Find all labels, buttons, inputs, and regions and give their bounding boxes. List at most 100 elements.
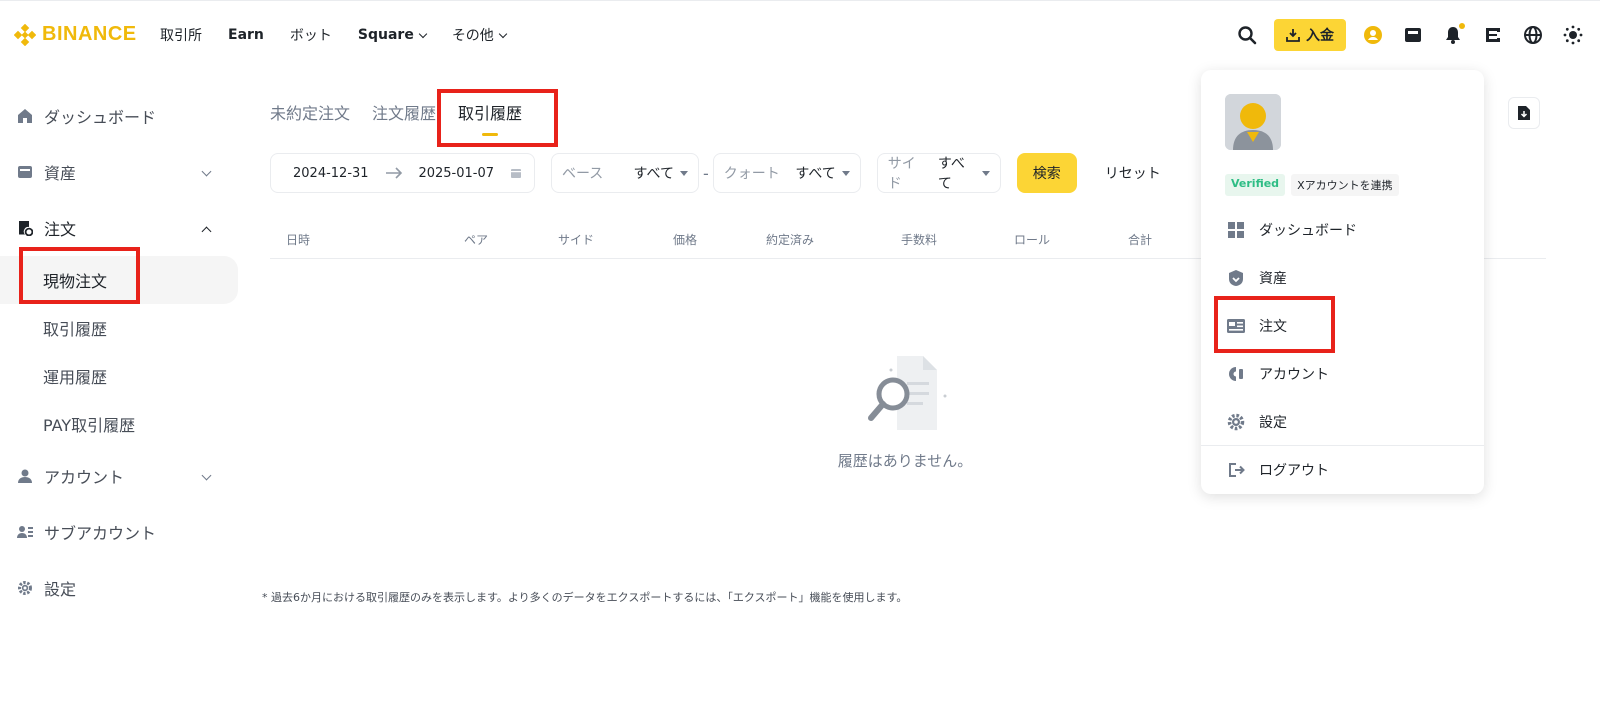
menu-item-account[interactable]: アカウント (1225, 350, 1465, 398)
column-header-role[interactable]: ロール (1014, 231, 1050, 248)
deposit-button[interactable]: 入金 (1274, 19, 1346, 51)
side-select[interactable]: サイド すべて (876, 153, 1001, 193)
deposit-label: 入金 (1306, 28, 1334, 44)
order-icon (16, 219, 34, 237)
sidebar-subitem-earn-history[interactable]: 運用履歴 (0, 352, 242, 400)
reset-button[interactable]: リセット (1105, 163, 1161, 183)
menu-item-assets[interactable]: 資産 (1225, 254, 1465, 302)
bell-icon[interactable] (1440, 22, 1466, 48)
column-header-price[interactable]: 価格 (673, 231, 697, 248)
sidebar-item-label: ダッシュボード (44, 108, 157, 127)
sidebar-subitem-trade-history[interactable]: 取引履歴 (0, 304, 242, 352)
chevron-down-icon (418, 29, 428, 38)
sidebar-subitem-label: 現物注文 (43, 272, 108, 291)
wallet-icon (16, 163, 34, 181)
column-header-fee[interactable]: 手数料 (901, 231, 937, 248)
menu-item-logout[interactable]: ログアウト (1225, 446, 1465, 494)
menu-item-label: 注文 (1259, 319, 1287, 335)
top-navigation-bar: BINANCE 取引所 Earn ボット Square その他 入金 (0, 0, 1600, 70)
side-value: すべて (937, 156, 965, 192)
nav-item-earn[interactable]: Earn (228, 25, 264, 45)
chevron-down-icon (498, 29, 508, 38)
user-icon (16, 467, 34, 485)
sidebar-item-label: サブアカウント (44, 524, 157, 543)
quote-select[interactable]: クォート すべて (712, 153, 861, 193)
order-list-icon (1225, 315, 1247, 337)
sidebar-item-dashboard[interactable]: ダッシュボード (0, 88, 242, 144)
verified-badge: Verified (1225, 174, 1286, 196)
filter-separator: - (703, 163, 709, 183)
sidebar-item-label: 注文 (44, 220, 77, 239)
avatar[interactable] (1225, 94, 1281, 150)
sidebar-subitem-pay-history[interactable]: PAY取引履歴 (0, 400, 242, 448)
sidebar-item-subaccount[interactable]: サブアカウント (0, 504, 242, 560)
base-label: ベース (562, 166, 604, 182)
theme-icon[interactable] (1560, 22, 1586, 48)
sidebar-subitem-label: 運用履歴 (43, 368, 108, 387)
link-x-account-button[interactable]: Xアカウントを連携 (1291, 174, 1399, 196)
sidebar-item-label: 資産 (44, 164, 77, 183)
qr-scan-icon[interactable] (1480, 22, 1506, 48)
calendar-icon (510, 169, 521, 178)
logout-icon (1225, 459, 1247, 481)
quote-value: すべて (795, 166, 836, 182)
caret-down-icon (680, 170, 688, 176)
sidebar-item-account[interactable]: アカウント (0, 448, 242, 504)
notification-dot (1459, 23, 1465, 29)
nav-item-bot[interactable]: ボット (290, 25, 332, 45)
column-header-total[interactable]: 合計 (1128, 231, 1152, 248)
base-select[interactable]: ベース すべて (551, 153, 699, 193)
column-header-filled[interactable]: 約定済み (766, 231, 814, 248)
account-badges: Verified Xアカウントを連携 (1225, 174, 1399, 196)
menu-item-label: ダッシュボード (1259, 223, 1357, 239)
search-button[interactable]: 検索 (1016, 153, 1077, 193)
chevron-up-icon (201, 226, 212, 237)
tab-open-orders[interactable]: 未約定注文 (270, 100, 350, 124)
nav-label: ボット (289, 28, 332, 44)
gear-icon (1225, 411, 1247, 433)
globe-icon[interactable] (1520, 22, 1546, 48)
column-header-side[interactable]: サイド (558, 231, 594, 248)
tab-order-history[interactable]: 注文履歴 (372, 100, 436, 124)
export-icon[interactable] (1508, 97, 1540, 129)
binance-logo[interactable]: BINANCE (14, 23, 137, 46)
menu-item-label: 設定 (1259, 415, 1287, 431)
sidebar-item-settings[interactable]: 設定 (0, 560, 242, 616)
caret-down-icon (981, 170, 990, 176)
menu-item-orders[interactable]: 注文 (1225, 302, 1465, 350)
main-nav: 取引所 Earn ボット Square その他 (160, 25, 508, 45)
column-header-datetime[interactable]: 日時 (286, 231, 310, 248)
nav-item-square[interactable]: Square (358, 25, 428, 45)
order-tabs: 未約定注文 注文履歴 取引履歴 (270, 100, 522, 136)
gear-icon (16, 579, 34, 597)
chevron-down-icon (201, 166, 212, 177)
sidebar-item-assets[interactable]: 資産 (0, 144, 242, 200)
nav-label: Earn (228, 27, 264, 43)
filter-bar: 2024-12-31 2025-01-07 ベース すべて - クォート すべて… (270, 153, 1161, 193)
sidebar-subitem-label: PAY取引履歴 (43, 416, 136, 435)
sidebar-subitem-label: 取引履歴 (43, 320, 108, 339)
nav-item-exchange[interactable]: 取引所 (160, 25, 202, 45)
wallet-icon[interactable] (1400, 22, 1426, 48)
date-range-picker[interactable]: 2024-12-31 2025-01-07 (270, 153, 535, 193)
home-icon (16, 107, 34, 125)
sidebar-item-orders[interactable]: 注文 (0, 200, 242, 256)
menu-item-settings[interactable]: 設定 (1225, 398, 1465, 446)
sub-account-icon (16, 523, 34, 541)
empty-state-text: 履歴はありません。 (837, 452, 973, 470)
menu-item-dashboard[interactable]: ダッシュボード (1225, 206, 1465, 254)
arrow-right-icon (385, 167, 402, 179)
user-dropdown-menu: Verified Xアカウントを連携 ダッシュボード 資産 注文 アカウント 設… (1201, 70, 1484, 494)
empty-state: 履歴はありません。 (820, 352, 990, 471)
binance-logo-icon (14, 23, 36, 46)
column-header-pair[interactable]: ペア (464, 231, 488, 248)
avatar-illustration (1225, 94, 1281, 150)
sidebar-item-label: アカウント (44, 468, 125, 487)
tab-trade-history[interactable]: 取引履歴 (458, 100, 522, 136)
sidebar-subitem-spot-orders[interactable]: 現物注文 (0, 256, 238, 304)
search-icon[interactable] (1234, 22, 1260, 48)
nav-item-more[interactable]: その他 (452, 25, 508, 45)
side-label: サイド (887, 156, 916, 192)
sidebar-item-label: 設定 (44, 580, 77, 599)
user-avatar-icon[interactable] (1360, 22, 1386, 48)
